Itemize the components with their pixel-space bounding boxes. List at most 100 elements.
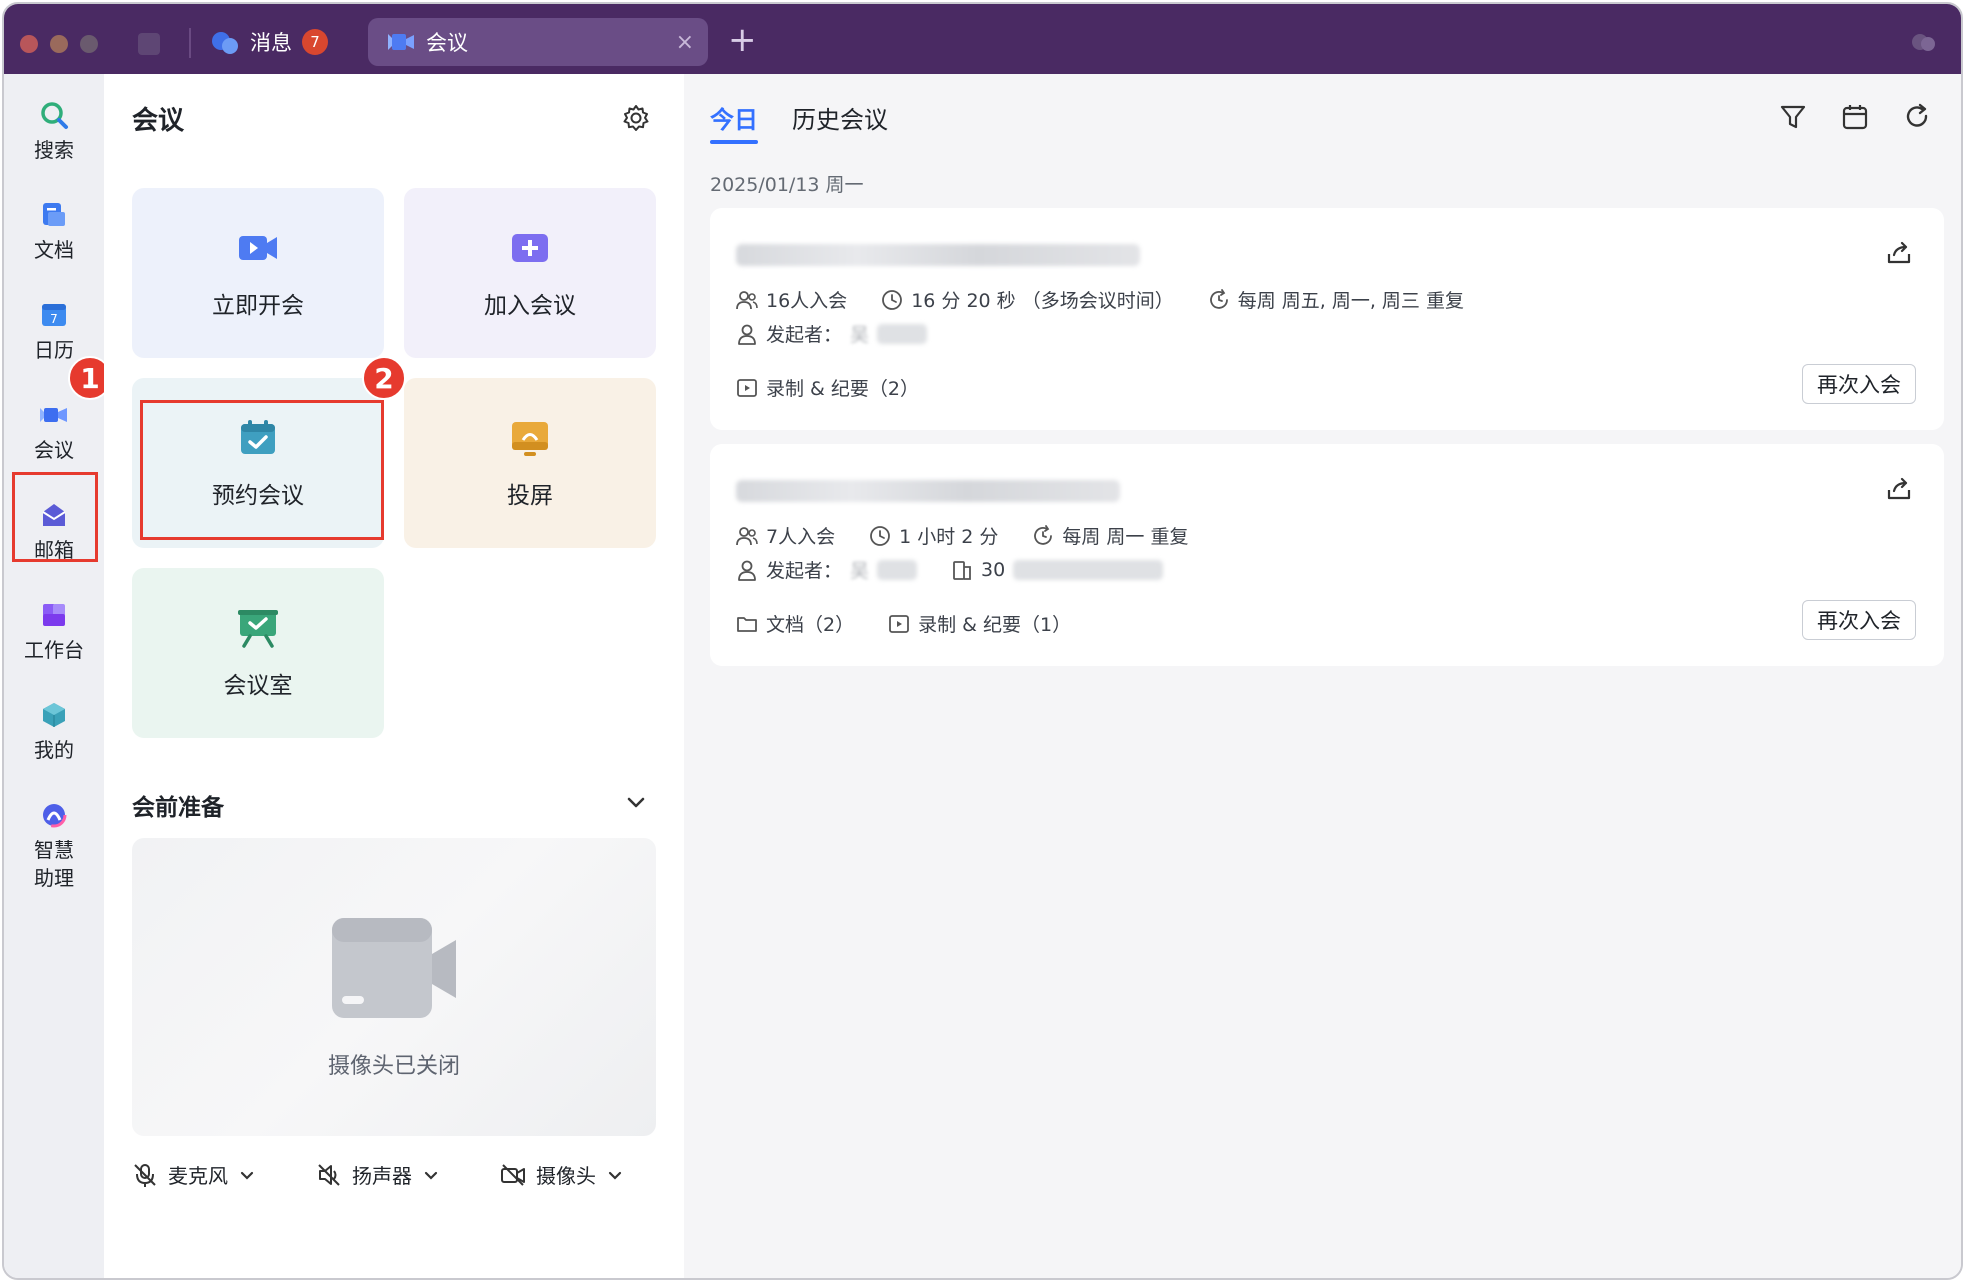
- search-icon: [41, 102, 68, 129]
- zoom-window-button[interactable]: [80, 35, 98, 53]
- duration: 16 分 20 秒 （多场会议时间）: [881, 286, 1174, 313]
- rail-item-meeting[interactable]: 会议: [4, 400, 104, 464]
- title-bar: 消息 7 会议 × +: [4, 4, 1961, 74]
- rail-label: 文档: [34, 238, 74, 262]
- organizer-name-visible: 吴: [850, 560, 870, 582]
- organizer: 发起者： 吴: [736, 320, 928, 347]
- tab-close-icon[interactable]: ×: [676, 30, 694, 55]
- join-plus-icon: [512, 234, 548, 262]
- meeting-room-icon: [238, 610, 278, 648]
- sidebar-toggle-icon[interactable]: [138, 33, 160, 55]
- duration-text: 1 小时 2 分: [899, 526, 999, 548]
- participants: 7人入会: [736, 522, 835, 549]
- organizer-name-redacted: [877, 323, 928, 344]
- rail-label: 我的: [34, 738, 74, 762]
- camera-preview: 摄像头已关闭: [132, 838, 656, 1136]
- rail-item-search[interactable]: 搜索: [4, 100, 104, 164]
- meeting-card[interactable]: 16人入会 16 分 20 秒 （多场会议时间） 每周 周五, 周一, 周三 重…: [710, 208, 1944, 430]
- gear-icon[interactable]: [622, 104, 650, 132]
- rail-item-docs[interactable]: 文档: [4, 200, 104, 264]
- app-window: 消息 7 会议 × + 搜索 文档 7 日历 会议 邮箱 工作台 我的 智慧 助…: [2, 2, 1963, 1280]
- room-prefix: 30: [981, 558, 1006, 581]
- calendar-icon: 7: [42, 304, 66, 326]
- video-camera-icon: [239, 236, 277, 260]
- repeat-rule: 每周 周一 重复: [1032, 522, 1188, 549]
- people-icon: [736, 526, 758, 545]
- tab-messages-label: 消息: [250, 31, 292, 55]
- camera-control[interactable]: 摄像头: [500, 1160, 624, 1189]
- start-meeting-button[interactable]: 立即开会: [132, 188, 384, 358]
- recording-link[interactable]: 录制 & 纪要（1）: [888, 610, 1071, 637]
- meeting-title-redacted: [736, 244, 1140, 266]
- meeting-list-panel: 今日 历史会议 2025/01/13 周一 16人入会 16 分 20 秒 （多…: [684, 74, 1961, 1278]
- close-window-button[interactable]: [20, 35, 38, 53]
- recording-text: 录制 & 纪要（1）: [918, 614, 1072, 636]
- room-name-redacted: [1013, 559, 1164, 580]
- tab-messages[interactable]: 消息 7: [212, 22, 328, 62]
- rail-item-mine[interactable]: 我的: [4, 700, 104, 764]
- docs-icon: [43, 203, 65, 226]
- titlebar-divider: [189, 28, 191, 58]
- camera-off-text: 摄像头已关闭: [327, 1054, 460, 1079]
- participants-text: 7人入会: [766, 526, 836, 548]
- share-icon[interactable]: [1884, 238, 1914, 268]
- speaker-off-icon: [318, 1163, 340, 1186]
- recording-link[interactable]: 录制 & 纪要（2）: [736, 374, 919, 401]
- rejoin-button[interactable]: 再次入会: [1802, 364, 1916, 404]
- cast-screen-button[interactable]: 投屏: [404, 378, 656, 548]
- recording-text: 录制 & 纪要（2）: [766, 378, 919, 400]
- refresh-icon[interactable]: [1902, 102, 1932, 132]
- repeat-rule: 每周 周五, 周一, 周三 重复: [1208, 286, 1464, 313]
- workbench-icon: [43, 604, 65, 626]
- rail-label: 日历: [34, 338, 74, 362]
- tab-meeting[interactable]: 会议 ×: [368, 18, 708, 66]
- organizer-row: 发起者： 吴: [736, 320, 928, 347]
- window-options-icon[interactable]: [1909, 30, 1939, 54]
- join-meeting-button[interactable]: 加入会议: [404, 188, 656, 358]
- chevron-down-icon: [240, 1171, 254, 1180]
- attachments-row: 文档（2） 录制 & 纪要（1）: [736, 610, 1071, 637]
- rail-item-workbench[interactable]: 工作台: [4, 600, 104, 664]
- panel-title: 会议: [132, 106, 185, 136]
- meeting-icon: [40, 408, 67, 422]
- repeat-clock-icon: [1034, 524, 1053, 545]
- tab-history[interactable]: 历史会议: [792, 100, 888, 135]
- organizer-label: 发起者：: [766, 324, 843, 346]
- meeting-meta-row: 7人入会 1 小时 2 分 每周 周一 重复: [736, 522, 1188, 549]
- person-icon: [738, 324, 756, 345]
- chevron-down-icon: [608, 1171, 622, 1180]
- left-nav-rail: 搜索 文档 7 日历 会议 邮箱 工作台 我的 智慧 助理 1: [4, 74, 112, 1278]
- unread-badge: 7: [302, 29, 328, 55]
- chevron-down-icon[interactable]: [624, 790, 648, 814]
- meeting-card[interactable]: 7人入会 1 小时 2 分 每周 周一 重复 发起者： 吴 30 文档（2） 录…: [710, 444, 1944, 666]
- camera-off-large-icon: [332, 918, 456, 1018]
- duration-text: 16 分 20 秒 （多场会议时间）: [911, 290, 1174, 312]
- minimize-window-button[interactable]: [50, 35, 68, 53]
- highlight-box-meeting: [12, 472, 98, 562]
- repeat-text: 每周 周一 重复: [1062, 526, 1189, 548]
- tab-today[interactable]: 今日: [710, 100, 758, 144]
- clock-icon: [882, 289, 903, 310]
- microphone-control[interactable]: 麦克风: [132, 1160, 256, 1189]
- speaker-control[interactable]: 扬声器: [316, 1160, 440, 1189]
- organizer-name-visible: 吴: [850, 324, 870, 346]
- device-label: 摄像头: [536, 1164, 596, 1188]
- new-tab-button[interactable]: +: [728, 20, 757, 60]
- rail-item-calendar[interactable]: 7 日历: [4, 300, 104, 364]
- chat-bubble-icon: [212, 30, 240, 54]
- callout-badge-2: 2: [362, 356, 406, 400]
- rail-item-assistant[interactable]: 智慧 助理: [4, 800, 104, 892]
- docs-link[interactable]: 文档（2）: [736, 610, 854, 637]
- person-icon: [738, 560, 756, 581]
- meeting-icon: [388, 34, 414, 50]
- organizer-label: 发起者：: [766, 560, 843, 582]
- cast-screen-icon: [512, 422, 548, 456]
- meeting-room: 30: [951, 558, 1164, 581]
- svg-text:7: 7: [50, 312, 58, 326]
- share-icon[interactable]: [1884, 474, 1914, 504]
- filter-icon[interactable]: [1778, 102, 1808, 132]
- calendar-icon[interactable]: [1840, 102, 1870, 132]
- rejoin-button[interactable]: 再次入会: [1802, 600, 1916, 640]
- organizer-row: 发起者： 吴 30: [736, 556, 1164, 583]
- meeting-room-button[interactable]: 会议室: [132, 568, 384, 738]
